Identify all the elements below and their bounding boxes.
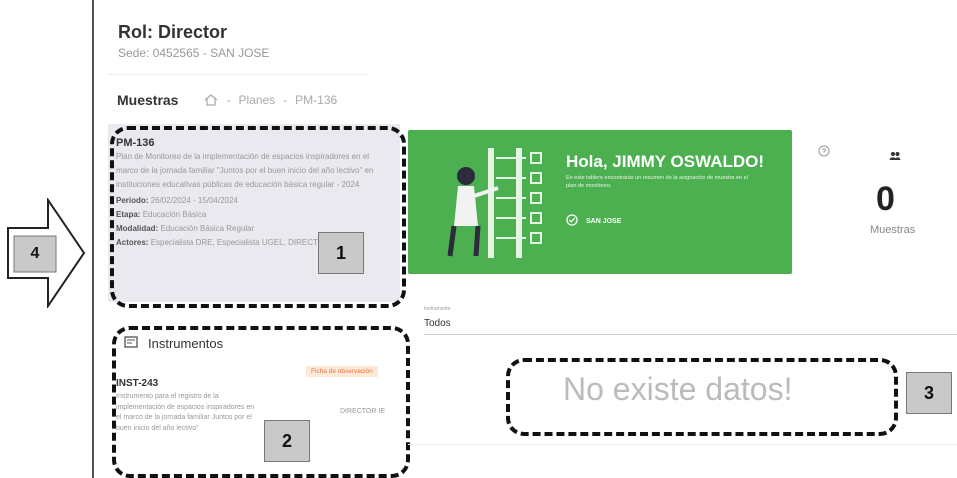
breadcrumb-separator: -	[226, 93, 231, 107]
annotation-label-1: 1	[318, 232, 364, 274]
instrument-filter-select[interactable]: Todos	[424, 318, 451, 329]
banner-sede: SAN JOSE	[566, 214, 621, 228]
samples-label: Muestras	[870, 224, 916, 236]
annotation-box-2	[112, 326, 410, 478]
banner-sede-label: SAN JOSE	[586, 217, 622, 225]
instrument-filter-label: Instrumento	[424, 306, 451, 312]
greeting: Hola, JIMMY OSWALDO!	[566, 152, 765, 171]
breadcrumb-separator: -	[283, 93, 288, 107]
banner-subtitle: En este tablero encontrarás un resumen d…	[566, 175, 748, 189]
header-divider	[108, 74, 368, 75]
annotation-label-2: 2	[264, 420, 310, 462]
role-title: Rol: Director	[118, 22, 228, 42]
annotation-arrow-4: 4	[6, 196, 86, 313]
help-circle-icon[interactable]	[818, 144, 830, 162]
people-icon	[889, 148, 901, 166]
breadcrumb: Muestras - Planes - PM-136	[117, 92, 337, 108]
filter-underline	[424, 334, 957, 335]
page-title: Muestras	[117, 92, 179, 108]
samples-count: 0	[876, 180, 895, 218]
home-icon[interactable]	[204, 94, 218, 106]
breadcrumb-planes[interactable]: Planes	[238, 93, 275, 107]
annotation-label-4: 4	[30, 245, 40, 262]
checklist-illustration-icon	[447, 148, 542, 258]
annotation-box-3	[506, 358, 898, 436]
annotation-box-1	[110, 126, 406, 308]
annotation-label-3: 3	[906, 372, 952, 414]
breadcrumb-current: PM-136	[295, 93, 338, 107]
check-circle-icon	[566, 214, 578, 228]
sede-subtitle: Sede: 0452565 - SAN JOSE	[118, 46, 270, 60]
